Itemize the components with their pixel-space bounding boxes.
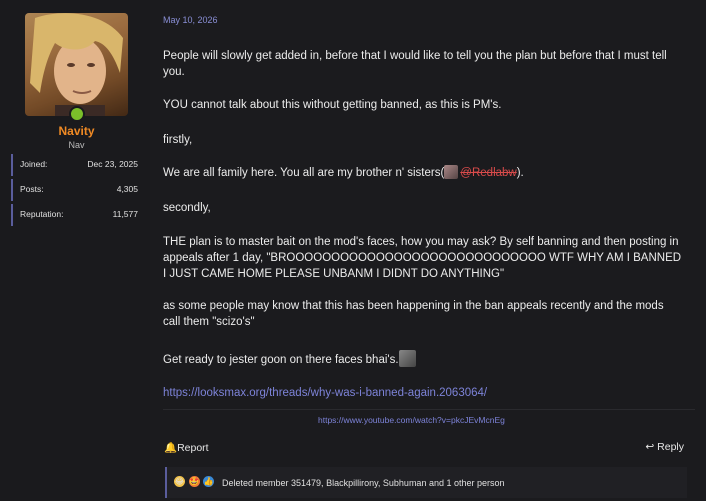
post-content: May 10, 2026 People will slowly get adde…: [150, 0, 706, 501]
post-paragraph: as some people may know that this has be…: [163, 300, 664, 328]
forum-post: Navity Nav Joined: Dec 23, 2025 Posts: 4…: [0, 0, 706, 501]
mention-avatar: [444, 165, 459, 179]
user-title: Nav: [68, 140, 85, 150]
reply-button[interactable]: ↩ Reply: [645, 441, 684, 453]
stat-reputation: Reputation: 11,577: [11, 204, 142, 226]
bell-icon: 🔔: [164, 442, 178, 454]
stat-value: 11,577: [112, 209, 138, 219]
post-paragraph: We are all family here. You all are my b…: [163, 165, 683, 181]
avatar[interactable]: [25, 13, 128, 116]
online-status-indicator: [69, 106, 85, 122]
reactions-bar[interactable]: 😂 🤩 👍 Deleted member 351479, Blackpillir…: [165, 467, 687, 498]
post-date[interactable]: May 10, 2026: [163, 15, 218, 25]
post-paragraph: secondly,: [163, 202, 211, 214]
signature-link[interactable]: https://www.youtube.com/watch?v=pkcJEvMc…: [318, 415, 505, 425]
stat-label: Reputation:: [20, 209, 64, 219]
thread-link[interactable]: https://looksmax.org/threads/why-was-i-b…: [163, 387, 487, 399]
thumbs-up-icon: 👍: [203, 476, 215, 488]
signature-divider: [163, 409, 695, 410]
post-paragraph: YOU cannot talk about this without getti…: [163, 99, 502, 111]
post-paragraph: People will slowly get added in, before …: [163, 50, 667, 78]
star-eyes-icon: 🤩: [188, 476, 200, 488]
stat-label: Posts:: [20, 184, 44, 194]
username[interactable]: Navity: [0, 124, 153, 138]
user-mention[interactable]: @Redlabw: [460, 167, 516, 179]
stat-label: Joined:: [20, 159, 48, 169]
reaction-icons: 😂 🤩 👍: [174, 476, 215, 488]
emoji-image: [398, 350, 416, 367]
reply-icon: ↩: [645, 441, 658, 453]
stat-joined: Joined: Dec 23, 2025: [11, 154, 142, 176]
report-button[interactable]: 🔔Report: [164, 441, 209, 454]
reactions-list[interactable]: Deleted member 351479, Blackpillirony, S…: [222, 478, 505, 488]
post-paragraph: Get ready to jester goon on there faces …: [163, 350, 683, 368]
reply-label: Reply: [657, 441, 684, 453]
stat-value: Dec 23, 2025: [87, 159, 138, 169]
user-column: Navity Nav Joined: Dec 23, 2025 Posts: 4…: [0, 0, 150, 501]
paragraph-text: ).: [516, 167, 524, 179]
post-paragraph: THE plan is to master bait on the mod's …: [163, 236, 682, 280]
post-paragraph: https://looksmax.org/threads/why-was-i-b…: [163, 385, 683, 401]
paragraph-text: Get ready to jester goon on there faces …: [163, 354, 399, 366]
stat-value: 4,305: [116, 184, 138, 194]
stat-posts: Posts: 4,305: [11, 179, 142, 201]
laugh-icon: 😂: [174, 476, 185, 488]
paragraph-text: We are all family here. You all are my b…: [163, 167, 445, 179]
report-label: Report: [177, 442, 209, 454]
post-paragraph: firstly,: [163, 134, 193, 146]
